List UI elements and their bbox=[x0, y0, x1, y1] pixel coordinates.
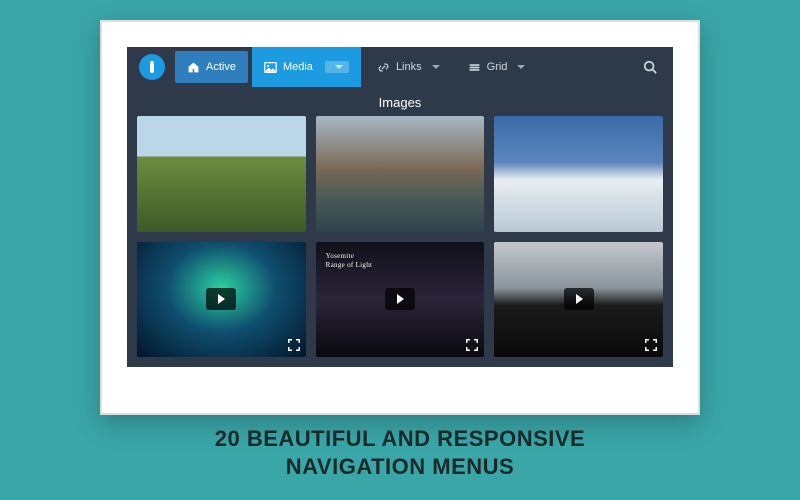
thumbnail-image bbox=[494, 116, 663, 232]
thumbnail-image bbox=[316, 116, 485, 232]
expand-icon[interactable] bbox=[464, 337, 480, 353]
thumbnail-image bbox=[137, 116, 306, 232]
search-icon bbox=[643, 60, 657, 74]
gallery-item[interactable]: Yosemite Range of Light bbox=[316, 242, 485, 358]
nav-label: Active bbox=[206, 61, 236, 73]
chevron-down-icon bbox=[432, 65, 440, 69]
navbar: Active Media Links Grid bbox=[127, 47, 673, 87]
headline-line2: NAVIGATION MENUS bbox=[0, 453, 800, 481]
gallery-item[interactable] bbox=[494, 242, 663, 358]
page-headline: 20 BEAUTIFUL AND RESPONSIVE NAVIGATION M… bbox=[0, 425, 800, 480]
expand-icon[interactable] bbox=[286, 337, 302, 353]
play-icon[interactable] bbox=[385, 288, 415, 310]
play-icon[interactable] bbox=[206, 288, 236, 310]
nav-item-links[interactable]: Links bbox=[365, 47, 452, 87]
screenshot-frame: Active Media Links Grid Imag bbox=[100, 20, 700, 415]
section-title: Images bbox=[127, 87, 673, 116]
play-icon[interactable] bbox=[564, 288, 594, 310]
expand-icon[interactable] bbox=[643, 337, 659, 353]
gallery-item[interactable] bbox=[137, 242, 306, 358]
thumbnail-caption: Yosemite Range of Light bbox=[326, 252, 373, 270]
nav-item-media[interactable]: Media bbox=[252, 47, 361, 87]
gallery-item[interactable] bbox=[494, 116, 663, 232]
home-icon bbox=[187, 61, 200, 74]
nav-item-active[interactable]: Active bbox=[175, 51, 248, 83]
gallery-grid: Yosemite Range of Light bbox=[127, 116, 673, 367]
search-button[interactable] bbox=[633, 47, 667, 87]
app-panel: Active Media Links Grid Imag bbox=[127, 47, 673, 367]
image-icon bbox=[264, 61, 277, 74]
link-icon bbox=[377, 61, 390, 74]
nav-label: Links bbox=[396, 61, 422, 73]
chevron-down-icon[interactable] bbox=[325, 61, 349, 73]
nav-label: Grid bbox=[487, 61, 508, 73]
chevron-down-icon bbox=[517, 65, 525, 69]
headline-line1: 20 BEAUTIFUL AND RESPONSIVE bbox=[0, 425, 800, 453]
logo-icon[interactable] bbox=[139, 54, 165, 80]
gallery-item[interactable] bbox=[137, 116, 306, 232]
grid-icon bbox=[468, 61, 481, 74]
nav-item-grid[interactable]: Grid bbox=[456, 47, 538, 87]
nav-label: Media bbox=[283, 61, 313, 73]
gallery-item[interactable] bbox=[316, 116, 485, 232]
